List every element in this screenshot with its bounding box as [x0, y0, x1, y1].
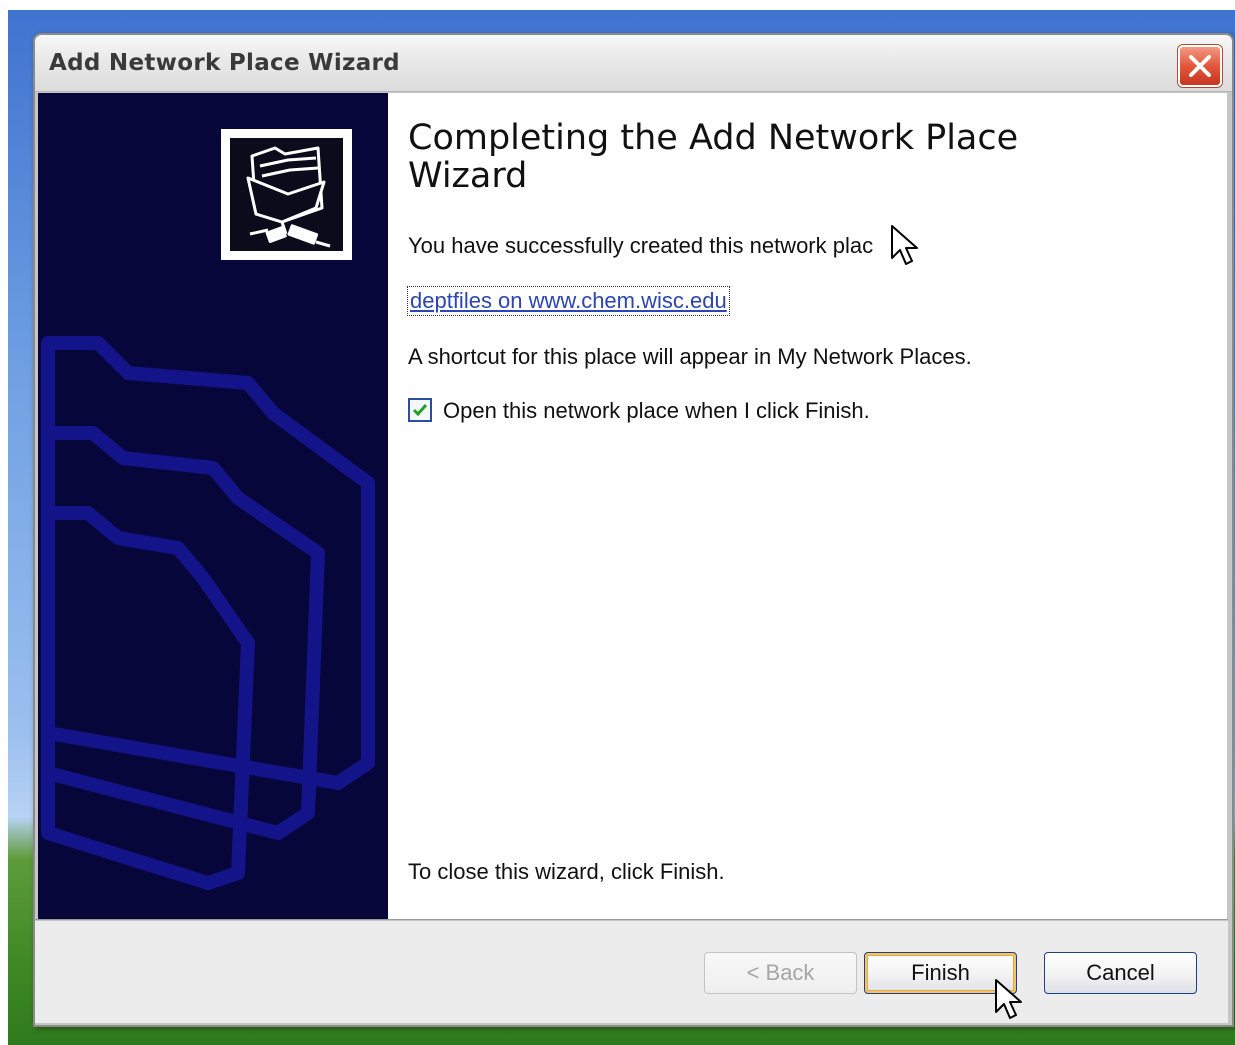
- title-bar[interactable]: Add Network Place Wizard: [35, 35, 1232, 92]
- wizard-body: Completing the Add Network Place Wizard …: [38, 93, 1227, 919]
- wizard-side-panel: [38, 93, 388, 919]
- back-button[interactable]: < Back: [704, 952, 857, 994]
- cancel-button[interactable]: Cancel: [1044, 952, 1197, 994]
- mouse-cursor-icon: [995, 979, 1022, 1019]
- shortcut-message: A shortcut for this place will appear in…: [408, 344, 972, 369]
- network-place-link[interactable]: deptfiles on www.chem.wisc.edu: [407, 286, 730, 316]
- close-icon: [1189, 55, 1211, 77]
- mouse-cursor-icon: [891, 225, 918, 265]
- button-bar: < Back Finish Cancel: [35, 921, 1228, 1023]
- open-place-checkbox[interactable]: [408, 398, 432, 422]
- window-title: Add Network Place Wizard: [49, 50, 400, 76]
- checkmark-icon: [412, 404, 428, 417]
- page-title: Completing the Add Network Place Wizard: [408, 118, 1019, 196]
- folder-watermark-icon: [41, 336, 375, 890]
- network-place-icon: [221, 129, 352, 260]
- success-message: You have successfully created this netwo…: [408, 233, 874, 258]
- wizard-window: Add Network Place Wizard Completing the …: [33, 33, 1234, 1027]
- close-instruction: To close this wizard, click Finish.: [408, 859, 725, 884]
- wizard-content: Completing the Add Network Place Wizard …: [407, 93, 1227, 919]
- open-place-checkbox-label[interactable]: Open this network place when I click Fin…: [443, 398, 870, 424]
- close-button[interactable]: [1178, 45, 1222, 87]
